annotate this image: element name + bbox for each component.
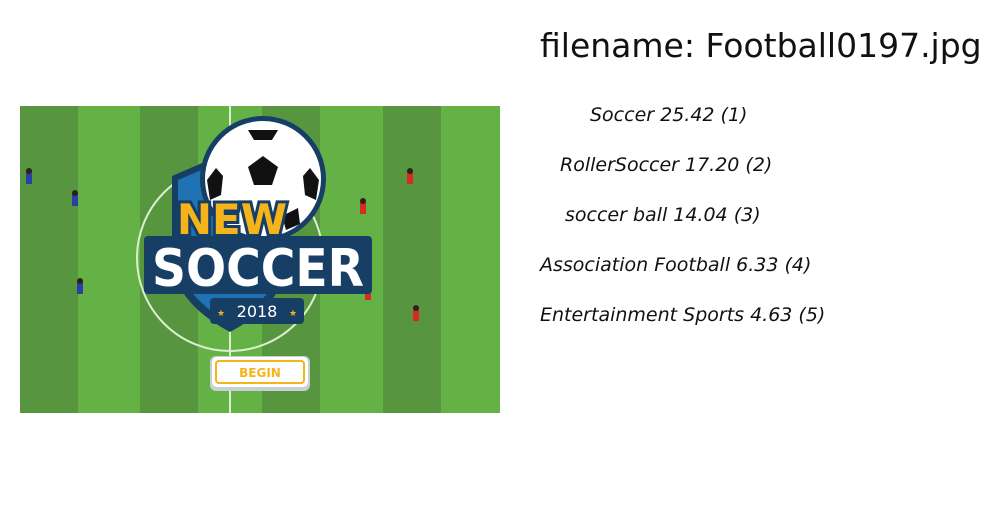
label-item: Soccer 25.42 (1) — [590, 104, 748, 126]
label-list: Soccer 25.42 (1) RollerSoccer 17.20 (2) … — [530, 100, 826, 350]
star-icon: ★ — [289, 309, 297, 319]
filename-title: filename: Football0197.jpg — [540, 26, 982, 65]
pitch-stripe — [383, 106, 441, 413]
player-red — [407, 168, 413, 184]
label-item: RollerSoccer 17.20 (2) — [560, 154, 773, 176]
logo-soccer-text: SOCCER — [152, 239, 364, 299]
player-blue — [72, 190, 78, 206]
player-blue — [77, 278, 83, 294]
soccer-field-illustration: NEW NEW SOCCER 2018 ★ ★ BEGIN — [20, 106, 500, 413]
label-item: Entertainment Sports 4.63 (5) — [540, 304, 826, 326]
player-red — [360, 198, 366, 214]
logo-year-text: 2018 — [237, 302, 278, 321]
pitch-stripe — [20, 106, 78, 413]
player-blue — [26, 168, 32, 184]
label-item: soccer ball 14.04 (3) — [565, 204, 761, 226]
soccer-game-image: NEW NEW SOCCER 2018 ★ ★ BEGIN — [20, 106, 500, 413]
player-red — [413, 305, 419, 321]
begin-button[interactable]: BEGIN — [210, 356, 310, 391]
star-icon: ★ — [217, 309, 225, 319]
label-item: Association Football 6.33 (4) — [540, 254, 812, 276]
begin-label[interactable]: BEGIN — [239, 366, 281, 380]
